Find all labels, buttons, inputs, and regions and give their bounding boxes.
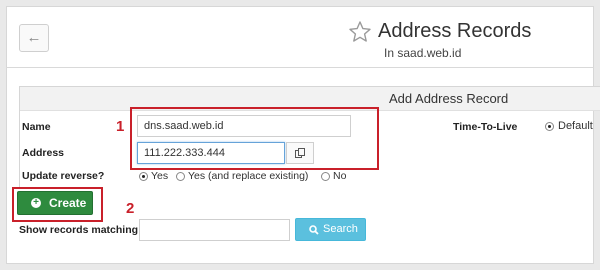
search-button[interactable]: Search bbox=[295, 218, 366, 241]
star-icon[interactable] bbox=[348, 20, 372, 44]
name-label: Name bbox=[22, 121, 51, 133]
ttl-label: Time-To-Live bbox=[453, 121, 518, 133]
back-button[interactable]: ← bbox=[19, 24, 49, 52]
arrow-left-icon: ← bbox=[26, 29, 42, 46]
search-icon bbox=[309, 225, 319, 235]
annotation-number-2: 2 bbox=[126, 200, 135, 217]
reverse-yes-label: Yes bbox=[151, 170, 169, 182]
form-section-title: Add Address Record bbox=[389, 91, 509, 106]
page-title: Address Records bbox=[378, 20, 532, 42]
search-button-label: Search bbox=[323, 223, 358, 235]
reverse-no-radio[interactable] bbox=[321, 172, 330, 181]
search-input[interactable] bbox=[139, 219, 290, 241]
annotation-box-1 bbox=[130, 107, 379, 170]
search-label: Show records matching: bbox=[19, 224, 142, 236]
reverse-replace-label: Yes (and replace existing) bbox=[188, 170, 309, 182]
create-button-label: Create bbox=[49, 196, 87, 210]
create-button[interactable]: + Create bbox=[17, 191, 93, 215]
reverse-yes-radio[interactable] bbox=[139, 172, 148, 181]
header-divider bbox=[6, 67, 594, 68]
reverse-no-label: No bbox=[333, 170, 347, 182]
address-label: Address bbox=[22, 147, 65, 159]
ttl-default-radio[interactable] bbox=[545, 122, 554, 131]
page-subtitle: In saad.web.id bbox=[384, 46, 462, 60]
plus-circle-icon: + bbox=[31, 198, 41, 208]
ttl-default-label: Default bbox=[558, 120, 593, 132]
reverse-replace-radio[interactable] bbox=[176, 172, 185, 181]
update-reverse-label: Update reverse? bbox=[22, 170, 105, 182]
annotation-number-1: 1 bbox=[116, 118, 125, 135]
